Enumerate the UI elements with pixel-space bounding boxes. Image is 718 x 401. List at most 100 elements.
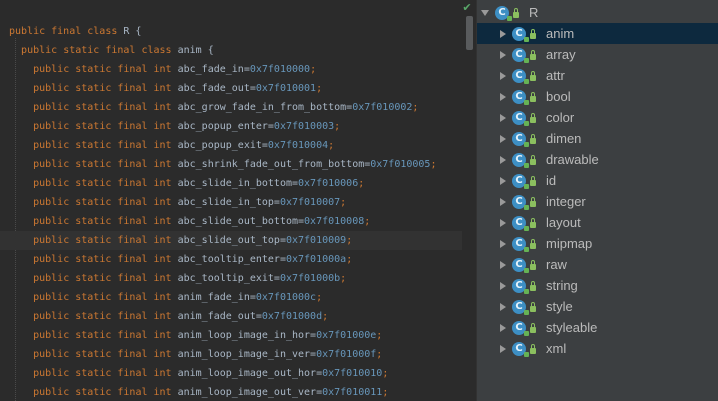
- code-identifier: abc_tooltip_exit=: [177, 273, 280, 284]
- chevron-right-icon[interactable]: [500, 29, 506, 38]
- tree-item-label: attr: [546, 68, 565, 83]
- code-number: 0x7f010007: [279, 197, 341, 208]
- code-line[interactable]: public static final int anim_loop_image_…: [9, 364, 388, 383]
- code-keyword: public static final int: [33, 197, 178, 208]
- lock-icon: [530, 322, 536, 333]
- code-keyword: public static final int: [33, 235, 178, 246]
- class-icon: C: [512, 89, 529, 105]
- tree-item-mipmap[interactable]: Cmipmap: [477, 233, 718, 254]
- code-number: 0x7f010011: [322, 387, 383, 398]
- code-identifier: abc_grow_fade_in_from_bottom=: [177, 102, 353, 113]
- structure-tree[interactable]: C R Canim Carray Cattr Cbool Ccolor Cdimen Cdr…: [476, 0, 718, 401]
- code-line[interactable]: public static final int abc_slide_in_top…: [9, 193, 346, 212]
- tree-item-label: drawable: [546, 152, 599, 167]
- chevron-right-icon[interactable]: [500, 302, 506, 311]
- chevron-down-icon[interactable]: [481, 9, 489, 16]
- tree-item-label: id: [546, 173, 557, 188]
- tree-item-label: style: [546, 299, 573, 314]
- code-line[interactable]: public static final int anim_loop_image_…: [9, 345, 382, 364]
- class-icon: C: [512, 131, 529, 147]
- tree-item-style[interactable]: Cstyle: [477, 296, 718, 317]
- editor-scrollbar-thumb[interactable]: [466, 16, 473, 50]
- code-semicolon: ;: [412, 102, 419, 113]
- code-number: 0x7f01000b: [279, 273, 341, 284]
- code-line[interactable]: public static final int abc_grow_fade_in…: [9, 98, 418, 117]
- lock-icon: [530, 154, 536, 165]
- class-icon: C: [495, 5, 512, 21]
- lock-icon: [530, 112, 536, 123]
- tree-item-label: styleable: [546, 320, 598, 335]
- chevron-right-icon[interactable]: [500, 344, 506, 353]
- chevron-right-icon[interactable]: [500, 92, 506, 101]
- tree-item-color[interactable]: Ccolor: [477, 107, 718, 128]
- code-line[interactable]: public static final int abc_slide_in_bot…: [9, 174, 364, 193]
- tree-item-drawable[interactable]: Cdrawable: [477, 149, 718, 170]
- tree-item-dimen[interactable]: Cdimen: [477, 128, 718, 149]
- chevron-right-icon[interactable]: [500, 71, 506, 80]
- lock-icon: [530, 259, 536, 270]
- code-editor[interactable]: public final class R { public static fin…: [0, 0, 476, 401]
- lock-icon: [530, 70, 536, 81]
- tree-item-xml[interactable]: Cxml: [477, 338, 718, 359]
- code-line[interactable]: public static final int abc_slide_out_bo…: [9, 212, 370, 231]
- code-line[interactable]: public static final int abc_shrink_fade_…: [9, 155, 436, 174]
- code-line[interactable]: public static final int abc_slide_out_to…: [0, 231, 464, 250]
- code-number: 0x7f010005: [370, 159, 431, 170]
- tree-item-label: string: [546, 278, 578, 293]
- tree-item-integer[interactable]: Cinteger: [477, 191, 718, 212]
- code-keyword: public static final int: [33, 311, 178, 322]
- class-icon: C: [512, 47, 529, 63]
- chevron-right-icon[interactable]: [500, 197, 506, 206]
- code-line[interactable]: public static final int abc_tooltip_exit…: [9, 269, 346, 288]
- tree-item-bool[interactable]: Cbool: [477, 86, 718, 107]
- editor-scrollbar-track[interactable]: [462, 0, 476, 401]
- code-keyword: public static final int: [33, 102, 178, 113]
- chevron-right-icon[interactable]: [500, 260, 506, 269]
- chevron-right-icon[interactable]: [500, 239, 506, 248]
- code-line[interactable]: public static final int anim_loop_image_…: [9, 326, 382, 345]
- code-line[interactable]: public static final class anim {: [9, 41, 214, 60]
- code-line[interactable]: public static final int anim_fade_out=0x…: [9, 307, 328, 326]
- code-line[interactable]: public static final int abc_tooltip_ente…: [9, 250, 352, 269]
- class-icon: C: [512, 26, 529, 42]
- chevron-right-icon[interactable]: [500, 113, 506, 122]
- tree-item-attr[interactable]: Cattr: [477, 65, 718, 86]
- chevron-right-icon[interactable]: [500, 50, 506, 59]
- code-line[interactable]: public static final int anim_loop_image_…: [9, 383, 388, 401]
- tree-item-styleable[interactable]: Cstyleable: [477, 317, 718, 338]
- code-line[interactable]: public static final int abc_fade_in=0x7f…: [9, 60, 316, 79]
- tree-item-raw[interactable]: Craw: [477, 254, 718, 275]
- code-line[interactable]: public static final int abc_popup_exit=0…: [9, 136, 334, 155]
- code-line[interactable]: public static final int abc_fade_out=0x7…: [9, 79, 322, 98]
- tree-item-string[interactable]: Cstring: [477, 275, 718, 296]
- code-line[interactable]: public final class R {: [9, 22, 141, 41]
- code-number: 0x7f010002: [352, 102, 413, 113]
- code-keyword: public static final int: [33, 121, 178, 132]
- tree-item-anim[interactable]: Canim: [477, 23, 718, 44]
- code-number: 0x7f010010: [322, 368, 383, 379]
- class-icon: C: [512, 341, 529, 357]
- tree-item-array[interactable]: Carray: [477, 44, 718, 65]
- chevron-right-icon[interactable]: [500, 176, 506, 185]
- tree-item-layout[interactable]: Clayout: [477, 212, 718, 233]
- code-keyword: public static final int: [33, 330, 178, 341]
- tree-item-id[interactable]: Cid: [477, 170, 718, 191]
- chevron-right-icon[interactable]: [500, 323, 506, 332]
- code-identifier: abc_slide_in_top=: [177, 197, 280, 208]
- chevron-right-icon[interactable]: [500, 134, 506, 143]
- chevron-right-icon[interactable]: [500, 155, 506, 164]
- code-semicolon: ;: [334, 121, 341, 132]
- code-line[interactable]: public static final int abc_popup_enter=…: [9, 117, 340, 136]
- chevron-right-icon[interactable]: [500, 281, 506, 290]
- chevron-right-icon[interactable]: [500, 218, 506, 227]
- class-icon: C: [512, 152, 529, 168]
- code-line[interactable]: public static final int anim_fade_in=0x7…: [9, 288, 322, 307]
- tree-root-r[interactable]: C R: [477, 2, 718, 23]
- code-identifier: R {: [123, 26, 142, 37]
- code-identifier: abc_slide_out_top=: [177, 235, 286, 246]
